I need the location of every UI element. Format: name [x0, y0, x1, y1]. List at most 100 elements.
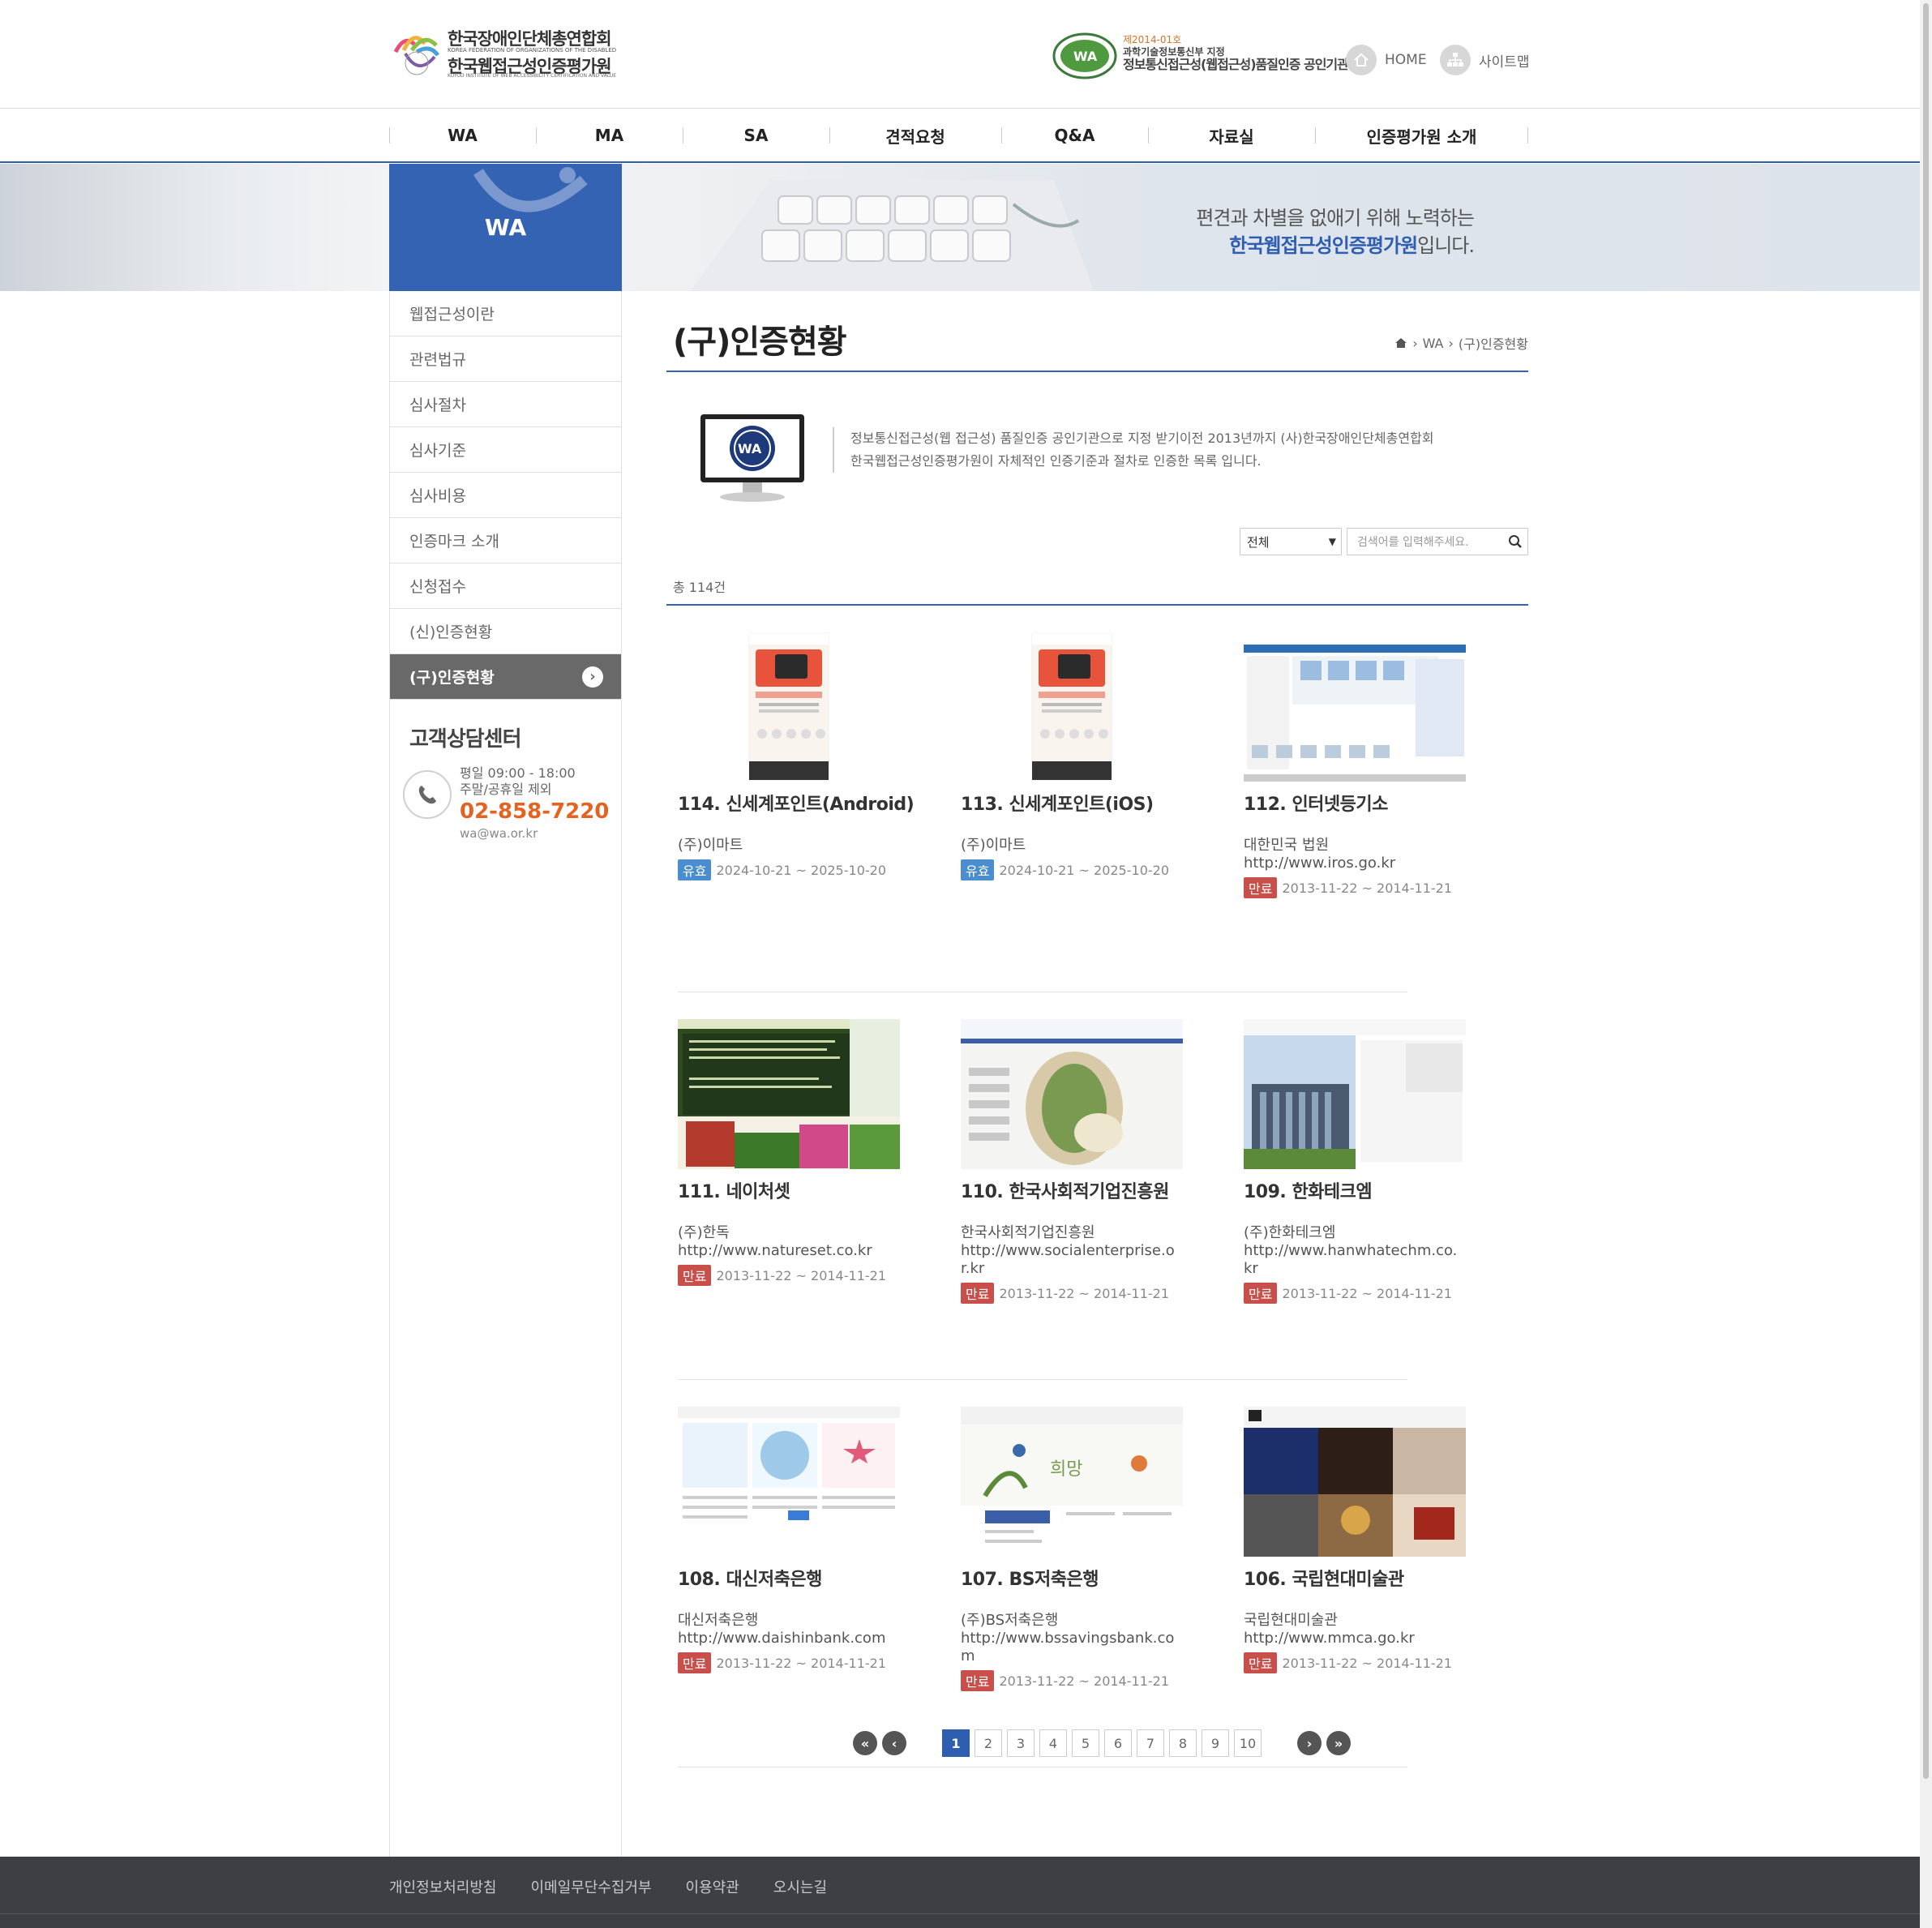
cert-thumbnail[interactable]	[678, 1019, 900, 1169]
search-input[interactable]: 검색어를 입력해주세요.	[1347, 528, 1528, 555]
cert-url[interactable]: http://www.mmca.go.kr	[1244, 1630, 1463, 1647]
cert-title[interactable]: 107. BS저축은행	[961, 1565, 1188, 1591]
page-number[interactable]: 10	[1234, 1729, 1262, 1757]
cert-thumbnail[interactable]	[678, 1407, 900, 1557]
sitemap-link[interactable]: 사이트맵	[1440, 45, 1530, 75]
cert-title[interactable]: 113. 신세계포인트(iOS)	[961, 790, 1188, 816]
last-page-icon[interactable]: »	[1326, 1731, 1351, 1755]
cert-org: (주)이마트	[678, 837, 743, 854]
cert-url[interactable]: http://www.hanwhatechm.co.kr	[1244, 1242, 1463, 1278]
page-title: (구)인증현황	[673, 323, 847, 361]
cert-card[interactable]: 112. 인터넷등기소 대한민국 법원 http://www.iros.go.kr 만…	[1244, 632, 1471, 898]
cert-card[interactable]: 109. 한화테크엠 (주)한화테크엠 http://www.hanwhatechm…	[1244, 1019, 1471, 1304]
page-number[interactable]: 4	[1039, 1729, 1067, 1757]
cert-thumbnail[interactable]	[1244, 1407, 1466, 1557]
logo-subtext-federation: KOREA FEDERATION OF ORGANIZATIONS OF THE…	[448, 47, 617, 54]
cert-status: 유효 2024-10-21 ~ 2025-10-20	[961, 859, 1188, 880]
scrollbar[interactable]	[1920, 0, 1932, 1928]
sub-visual-banner: WA 편견과 차별을 없애기 위해 노력하는 한국웹접근성인증평가원입니다.	[0, 164, 1920, 291]
gnb-item-wa[interactable]: WA	[389, 109, 536, 161]
lnb-item-criteria[interactable]: 심사기준	[390, 427, 621, 473]
gnb-item-sa[interactable]: SA	[683, 109, 829, 161]
first-page-icon[interactable]: «	[853, 1731, 877, 1755]
chevron-down-icon: ▼	[1328, 536, 1336, 547]
sitemap-icon	[1440, 45, 1471, 75]
gnb-item-quote[interactable]: 견적요청	[829, 109, 1001, 161]
cert-card[interactable]: 106. 국립현대미술관 국립현대미술관 http://www.mmca.go.kr…	[1244, 1407, 1471, 1673]
scrollbar-thumb[interactable]	[1923, 3, 1929, 1779]
page-number[interactable]: 3	[1007, 1729, 1035, 1757]
gnb-item-ma[interactable]: MA	[536, 109, 683, 161]
page-number[interactable]: 1	[942, 1729, 970, 1757]
footer-link-no-email[interactable]: 이메일무단수집거부	[530, 1876, 651, 1897]
page-number[interactable]: 8	[1169, 1729, 1197, 1757]
status-badge: 유효	[678, 859, 712, 880]
status-badge: 유효	[961, 859, 995, 880]
cert-thumbnail[interactable]	[678, 632, 900, 782]
cert-card[interactable]: 희망 107. BS저축은행 (주)BS저축은행 http://www.bssavin…	[961, 1407, 1188, 1691]
lnb-item-regulations[interactable]: 관련법규	[390, 336, 621, 382]
cert-thumbnail[interactable]	[961, 1019, 1183, 1169]
lnb-item-cost[interactable]: 심사비용	[390, 473, 621, 518]
site-logo[interactable]: 한국장애인단체총연합회 KOREA FEDERATION OF ORGANIZA…	[389, 24, 616, 83]
page-number[interactable]: 9	[1202, 1729, 1229, 1757]
breadcrumb-item: (구)인증현황	[1458, 336, 1528, 352]
search-placeholder: 검색어를 입력해주세요.	[1357, 536, 1469, 549]
footer-link-terms[interactable]: 이용약관	[686, 1876, 739, 1897]
footer-link-privacy[interactable]: 개인정보처리방침	[389, 1876, 496, 1897]
lnb-item-procedure[interactable]: 심사절차	[390, 382, 621, 427]
page-number[interactable]: 6	[1104, 1729, 1132, 1757]
page-number[interactable]: 2	[975, 1729, 1002, 1757]
cert-card[interactable]: 114. 신세계포인트(Android) (주)이마트유효 2024-10-21 ~…	[678, 632, 915, 880]
next-page-icon[interactable]: ›	[1297, 1731, 1322, 1755]
cert-title[interactable]: 106. 국립현대미술관	[1244, 1565, 1471, 1591]
cert-period: 2013-11-22 ~ 2014-11-21	[1282, 1655, 1452, 1671]
header: 한국장애인단체총연합회 KOREA FEDERATION OF ORGANIZA…	[0, 0, 1920, 109]
cert-url[interactable]: http://www.daishinbank.com	[678, 1630, 897, 1647]
gnb-item-about[interactable]: 인증평가원 소개	[1315, 109, 1528, 161]
slogan: 편견과 차별을 없애기 위해 노력하는 한국웹접근성인증평가원입니다.	[1196, 204, 1475, 259]
lnb-item-old-status[interactable]: (구)인증현황 ›	[390, 654, 621, 700]
gnb-item-qna[interactable]: Q&A	[1001, 109, 1148, 161]
cert-thumbnail[interactable]	[1244, 632, 1466, 782]
lnb-item-mark[interactable]: 인증마크 소개	[390, 518, 621, 563]
cs-info: 평일 09:00 - 18:00 주말/공휴일 제외 02-858-7220 w…	[403, 762, 621, 843]
cert-url[interactable]: http://www.natureset.co.kr	[678, 1242, 897, 1260]
search-icon[interactable]	[1508, 534, 1523, 549]
cert-card[interactable]: 110. 한국사회적기업진흥원 한국사회적기업진흥원 http://www.soci…	[961, 1019, 1188, 1304]
cert-status: 유효 2024-10-21 ~ 2025-10-20	[678, 859, 905, 880]
search-category-select[interactable]: 전체 ▼	[1240, 528, 1342, 555]
cert-thumbnail[interactable]	[961, 632, 1183, 782]
breadcrumb-item[interactable]: WA	[1423, 336, 1444, 351]
cert-url[interactable]: http://www.socialenterprise.or.kr	[961, 1242, 1180, 1278]
cert-url[interactable]: http://www.bssavingsbank.com	[961, 1630, 1180, 1665]
cert-status: 만료 2013-11-22 ~ 2014-11-21	[1244, 1652, 1471, 1673]
lnb-item-what-is-wa[interactable]: 웹접근성이란	[390, 291, 621, 336]
slogan-org: 한국웹접근성인증평가원	[1229, 234, 1418, 257]
home-link[interactable]: HOME	[1346, 45, 1427, 75]
cert-card[interactable]: 111. 네이처셋 (주)한독 http://www.natureset.co.kr…	[678, 1019, 905, 1286]
lnb-item-label: 심사비용	[409, 487, 466, 505]
lnb-item-apply[interactable]: 신청접수	[390, 563, 621, 609]
cert-title[interactable]: 112. 인터넷등기소	[1244, 790, 1471, 816]
cert-period: 2024-10-21 ~ 2025-10-20	[716, 862, 886, 878]
cert-title[interactable]: 109. 한화테크엠	[1244, 1177, 1471, 1203]
cert-row: 108. 대신저축은행 대신저축은행 http://www.daishinbank.…	[678, 1407, 1466, 1767]
cert-thumbnail[interactable]: 희망	[961, 1407, 1183, 1557]
page-number[interactable]: 5	[1072, 1729, 1099, 1757]
cert-card[interactable]: 113. 신세계포인트(iOS) (주)이마트유효 2024-10-21 ~ 202…	[961, 632, 1188, 880]
cert-title[interactable]: 114. 신세계포인트(Android)	[678, 790, 915, 816]
cert-card[interactable]: 108. 대신저축은행 대신저축은행 http://www.daishinbank.…	[678, 1407, 905, 1673]
cert-org: (주)이마트	[961, 837, 1026, 854]
page-number[interactable]: 7	[1137, 1729, 1164, 1757]
home-icon[interactable]	[1394, 337, 1407, 349]
gnb-item-archive[interactable]: 자료실	[1148, 109, 1315, 161]
cert-title[interactable]: 108. 대신저축은행	[678, 1565, 905, 1591]
cert-title[interactable]: 111. 네이처셋	[678, 1177, 905, 1203]
cert-title[interactable]: 110. 한국사회적기업진흥원	[961, 1177, 1188, 1203]
cert-url[interactable]: http://www.iros.go.kr	[1244, 855, 1463, 872]
prev-page-icon[interactable]: ‹	[882, 1731, 906, 1755]
footer-link-directions[interactable]: 오시는길	[773, 1876, 827, 1897]
cert-thumbnail[interactable]	[1244, 1019, 1466, 1169]
lnb-item-new-status[interactable]: (신)인증현황	[390, 609, 621, 654]
